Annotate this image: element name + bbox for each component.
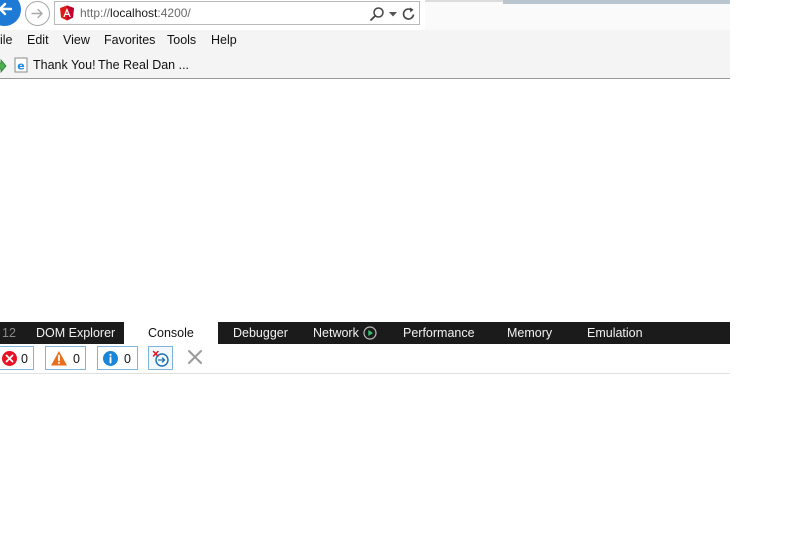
menu-bar: ile Edit View Favorites Tools Help — [0, 30, 730, 52]
address-bar[interactable]: http://localhost:4200/ — [54, 1, 420, 25]
menu-favorites[interactable]: Favorites — [104, 33, 155, 47]
ie-page-icon: e — [14, 57, 28, 73]
clear-on-navigate-icon — [152, 350, 169, 367]
svg-text:e: e — [17, 60, 24, 73]
error-icon — [2, 351, 17, 366]
url-port-path: :4200/ — [157, 6, 191, 20]
dropdown-arrow-icon[interactable] — [388, 7, 398, 21]
menu-edit[interactable]: Edit — [27, 33, 49, 47]
favorite-link-thank-you[interactable]: Thank You! — [33, 58, 96, 72]
tab-network[interactable]: Network — [313, 326, 377, 340]
tab-dom-explorer[interactable]: DOM Explorer — [36, 326, 115, 340]
refresh-icon[interactable] — [402, 6, 416, 22]
url-text[interactable]: http://localhost:4200/ — [80, 6, 191, 20]
network-record-icon — [363, 326, 377, 340]
warning-count: 0 — [73, 352, 80, 366]
tab-strip — [425, 0, 730, 30]
tab-divider — [425, 0, 503, 2]
favorites-bar: e Thank You! The Real Dan ... — [0, 52, 730, 79]
info-filter-button[interactable]: 0 — [97, 346, 138, 370]
tab-memory[interactable]: Memory — [507, 326, 552, 340]
clear-on-navigate-button[interactable] — [148, 346, 173, 370]
menu-view[interactable]: View — [63, 33, 90, 47]
search-icon[interactable] — [369, 6, 385, 22]
tab-debugger[interactable]: Debugger — [233, 326, 288, 340]
back-arrow-icon — [0, 2, 12, 16]
url-host: localhost — [110, 6, 158, 20]
menu-help[interactable]: Help — [211, 33, 237, 47]
info-count: 0 — [124, 352, 131, 366]
console-toolbar: 0 0 0 — [0, 344, 730, 374]
warning-icon — [51, 351, 67, 366]
tab-console[interactable]: Console — [124, 322, 218, 344]
tab-network-label: Network — [313, 326, 359, 340]
forward-arrow-icon — [31, 8, 43, 19]
tab-emulation[interactable]: Emulation — [587, 326, 643, 340]
angular-favicon-icon — [60, 5, 74, 21]
clear-console-icon[interactable] — [186, 348, 204, 366]
tab-performance[interactable]: Performance — [403, 326, 475, 340]
active-tab-accent — [503, 0, 730, 4]
forward-button[interactable] — [25, 1, 50, 26]
devtools-number-tab[interactable]: 12 — [2, 326, 16, 340]
errors-filter-button[interactable]: 0 — [0, 346, 34, 370]
error-count: 0 — [21, 352, 28, 366]
menu-file[interactable]: ile — [0, 33, 13, 47]
url-scheme: http:// — [80, 6, 111, 20]
devtools-tab-bar: 12 DOM Explorer Console Debugger Network… — [0, 322, 730, 344]
favorite-link-real-dan[interactable]: The Real Dan ... — [98, 58, 189, 72]
back-button[interactable] — [0, 0, 21, 26]
suggested-sites-icon[interactable] — [0, 59, 7, 73]
menu-tools[interactable]: Tools — [167, 33, 196, 47]
warnings-filter-button[interactable]: 0 — [45, 346, 86, 370]
console-output[interactable] — [0, 375, 730, 540]
info-icon — [103, 351, 118, 366]
page-content — [0, 80, 730, 320]
browser-window: http://localhost:4200/ ile Edit View Fav… — [0, 0, 786, 540]
